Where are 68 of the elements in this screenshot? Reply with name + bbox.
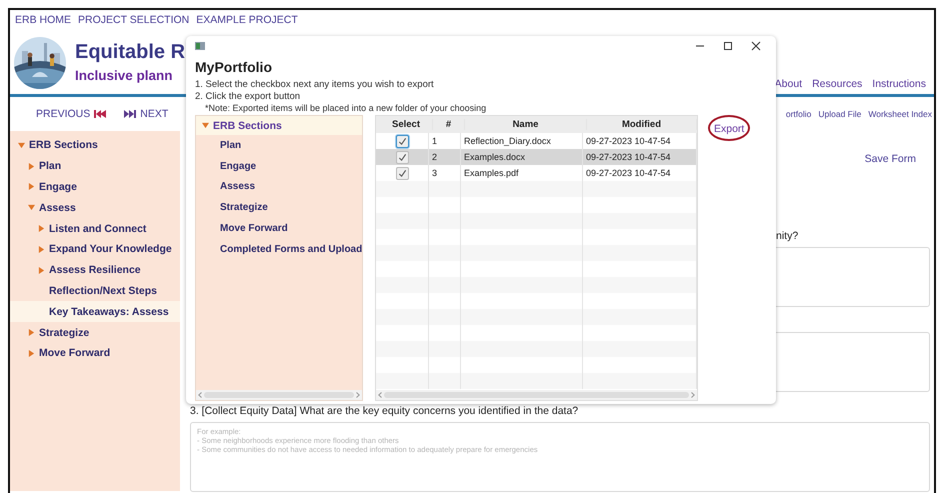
tool-link[interactable]: Upload File — [818, 109, 862, 119]
chevron-left-icon[interactable] — [378, 392, 382, 398]
tree-item[interactable]: Engage — [220, 160, 256, 172]
close-icon[interactable] — [751, 41, 761, 51]
nav-link[interactable]: Resources — [812, 78, 862, 90]
export-link[interactable]: Export — [714, 123, 744, 135]
table-cell: 2 — [429, 149, 461, 165]
sidebar-item[interactable]: Plan — [39, 160, 62, 172]
tree-item[interactable]: Move Forward — [220, 223, 288, 234]
tool-link[interactable]: ortfolio — [786, 109, 812, 119]
sidebar-item[interactable]: Assess Resilience — [49, 264, 141, 276]
instruction-text: 1. Select the checkbox next any items you wish to export — [195, 79, 435, 91]
sidebar-item[interactable]: Assess — [39, 202, 76, 214]
checkbox[interactable] — [396, 134, 408, 148]
expanded-arrow-icon[interactable] — [202, 122, 209, 129]
tree-item[interactable]: Assess — [220, 181, 256, 192]
note-text: *Note: Exported items will be placed into a new folder of your choosing — [204, 103, 488, 115]
chevron-left-icon[interactable] — [198, 392, 202, 398]
sidebar-item[interactable]: Move Forward — [39, 347, 110, 360]
column-header[interactable]: Name — [465, 119, 587, 130]
dialog-title: MyPortfolio — [195, 59, 273, 77]
save-form-button[interactable]: Save Form — [862, 151, 918, 167]
site-title: Equitable R — [75, 40, 186, 65]
question-label: nity? — [776, 229, 800, 244]
nav-link[interactable]: EXAMPLE PROJECT — [196, 14, 298, 32]
collapsed-arrow-icon[interactable] — [28, 329, 35, 336]
collapsed-arrow-icon[interactable] — [28, 162, 35, 170]
next-link[interactable]: NEXT — [140, 108, 168, 120]
collapsed-arrow-icon[interactable] — [28, 183, 35, 190]
column-header[interactable]: Modified — [587, 119, 697, 130]
sidebar-item[interactable]: ERB Sections — [29, 139, 98, 152]
sidebar-item[interactable]: Listen and Connect — [49, 222, 146, 235]
collapsed-arrow-icon[interactable] — [28, 350, 35, 357]
skip-back-icon[interactable] — [94, 110, 106, 118]
tool-link[interactable]: Worksheet Index — [868, 109, 932, 119]
tree-item[interactable]: Strategize — [220, 202, 268, 214]
sidebar-item[interactable]: Engage — [39, 180, 77, 193]
table-cell: Examples.docx — [461, 149, 583, 165]
collapsed-arrow-icon[interactable] — [38, 246, 45, 253]
tree-item[interactable]: Completed Forms and Upload — [220, 244, 362, 255]
column-header[interactable]: Select — [380, 119, 433, 130]
sidebar-item[interactable]: Strategize — [39, 326, 90, 339]
scrollbar[interactable] — [376, 390, 697, 400]
nav-link[interactable]: About — [774, 78, 802, 90]
site-subtitle: Inclusive plann — [75, 67, 173, 85]
app-icon — [195, 42, 205, 50]
column-header[interactable]: # — [433, 119, 465, 130]
sidebar-item[interactable]: Expand Your Knowledge — [49, 243, 172, 256]
checkbox[interactable] — [396, 150, 408, 164]
expanded-arrow-icon[interactable] — [28, 204, 35, 212]
chevron-right-icon[interactable] — [691, 392, 695, 398]
collapsed-arrow-icon[interactable] — [38, 225, 45, 232]
nav-link[interactable]: ERB HOME — [15, 14, 72, 32]
collapsed-arrow-icon[interactable] — [38, 266, 45, 274]
instruction-text: 2. Click the export button — [195, 91, 302, 103]
chevron-right-icon[interactable] — [356, 392, 360, 398]
skip-forward-icon[interactable] — [124, 110, 136, 118]
nav-link[interactable]: Instructions — [872, 78, 926, 90]
expanded-arrow-icon[interactable] — [18, 142, 25, 149]
sidebar-item[interactable]: Reflection/Next Steps — [49, 284, 157, 297]
table-cell: 09-27-2023 10-47-54 — [583, 149, 697, 165]
question-label: 3. [Collect Equity Data] What are the key equity concerns you identified in the data? — [190, 404, 580, 419]
previous-link[interactable]: PREVIOUS — [36, 108, 90, 120]
maximize-icon[interactable] — [723, 41, 733, 51]
checkbox[interactable] — [396, 166, 408, 180]
scrollbar[interactable] — [196, 390, 362, 400]
nav-link[interactable]: PROJECT SELECTION — [78, 14, 190, 32]
tree-item[interactable]: Plan — [220, 140, 242, 151]
